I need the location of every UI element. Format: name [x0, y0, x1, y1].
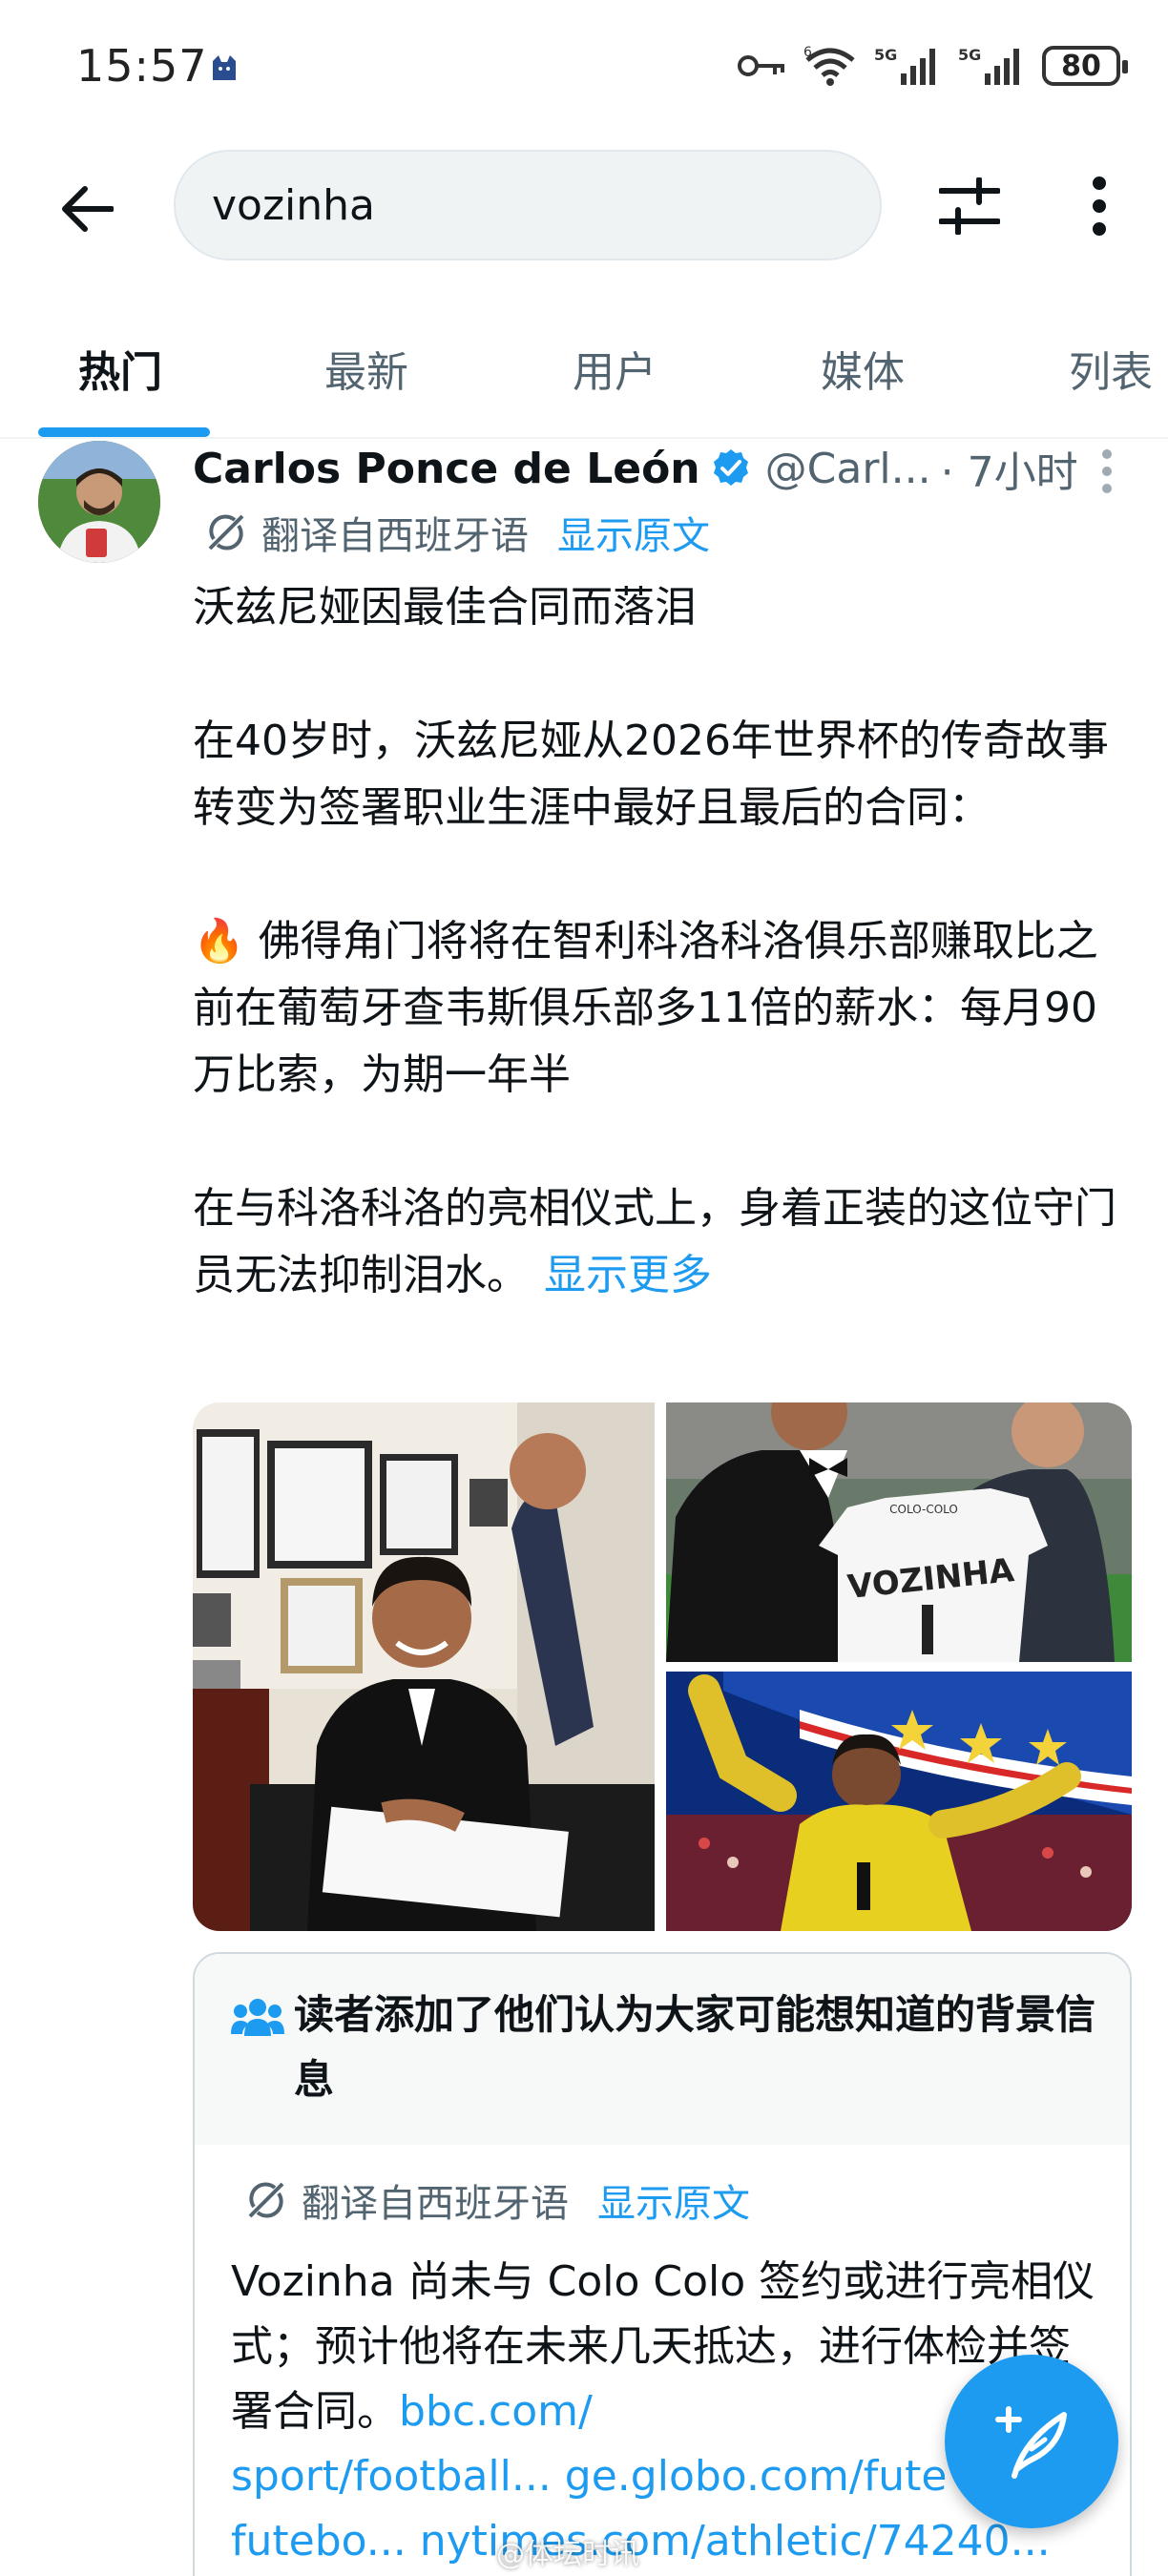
community-note-header: 读者添加了他们认为大家可能想知道的背景信息 — [195, 1954, 1130, 2145]
show-original-link[interactable]: 显示原文 — [597, 2172, 750, 2228]
search-input[interactable]: vozinha — [174, 150, 882, 260]
tweet[interactable]: Carlos Ponce de León @Carl... · 7小时 翻译自西… — [0, 441, 1168, 2576]
signal-5g-icon-2: 5G — [958, 46, 1019, 85]
search-tabs: 热门 最新 用户 媒体 列表 — [0, 315, 1168, 439]
back-arrow-icon — [62, 186, 114, 232]
sliders-icon — [939, 177, 1000, 235]
tweet-paragraph: 在40岁时，沃兹尼娅从2026年世界杯的传奇故事转变为签署职业生涯中最好且最后的… — [193, 717, 1109, 832]
tab-lists[interactable]: 列表 — [1069, 338, 1153, 414]
tweet-more-icon[interactable] — [1097, 448, 1116, 494]
tab-latest[interactable]: 最新 — [324, 338, 408, 414]
search-header: vozinha — [0, 134, 1168, 286]
svg-text:5G: 5G — [958, 46, 981, 64]
cat-app-icon — [213, 55, 236, 80]
show-more-link[interactable]: 显示更多 — [544, 1251, 712, 1299]
show-original-link[interactable]: 显示原文 — [557, 505, 710, 560]
media-grid: COLO-COLO VOZINHA — [193, 1402, 1132, 1931]
tweet-paragraph-last: 在与科洛科洛的亮相仪式上，身着正装的这位守门员无法抑制泪水。 显示更多 — [193, 1175, 1137, 1309]
key-icon — [738, 55, 784, 76]
celebration-photo-image — [666, 1672, 1132, 1931]
vertical-dots-icon — [1093, 177, 1106, 236]
translate-label: 翻译自西班牙语 — [302, 2182, 569, 2226]
svg-text:5G: 5G — [874, 46, 897, 64]
jersey-photo-image: COLO-COLO VOZINHA — [666, 1402, 1132, 1662]
community-note-title: 读者添加了他们认为大家可能想知道的背景信息 — [294, 1991, 1096, 2103]
translate-icon — [208, 514, 244, 551]
avatar[interactable] — [38, 441, 160, 563]
avatar-image — [38, 441, 160, 563]
status-time: 15:57 — [76, 40, 208, 92]
note-link[interactable]: bbc.com/ — [399, 2387, 593, 2436]
svg-text:6: 6 — [803, 45, 812, 60]
tweet-paragraph: 🔥 佛得角门将将在智利科洛科洛俱乐部赚取比之前在葡萄牙查韦斯俱乐部多11倍的薪水… — [193, 917, 1098, 1099]
more-options-button[interactable] — [1061, 168, 1137, 244]
media-celebration-photo[interactable] — [666, 1672, 1132, 1931]
tab-media[interactable]: 媒体 — [821, 338, 905, 414]
tweet-text: 沃兹尼娅因最佳合同而落泪 在40岁时，沃兹尼娅从2026年世界杯的传奇故事转变为… — [193, 574, 1137, 1309]
tweet-paragraph: 沃兹尼娅因最佳合同而落泪 — [193, 583, 697, 632]
tab-people[interactable]: 用户 — [573, 338, 657, 414]
svg-text:COLO-COLO: COLO-COLO — [889, 1503, 958, 1516]
translate-row: 翻译自西班牙语 显示原文 — [206, 506, 710, 559]
media-signing-photo[interactable] — [193, 1402, 655, 1931]
tab-top[interactable]: 热门 — [78, 338, 162, 414]
status-bar: 15:57 6 5G 5G 80 — [0, 0, 1168, 134]
signing-photo-image — [193, 1402, 655, 1931]
note-link[interactable]: sport/football... ge.globo.com/fute — [231, 2452, 947, 2501]
tweet-time: · 7小时 — [940, 448, 1078, 497]
translate-label: 翻译自西班牙语 — [261, 514, 529, 558]
author-name[interactable]: Carlos Ponce de León — [193, 445, 700, 493]
author-handle[interactable]: @Carl... — [765, 445, 931, 493]
media-jersey-photo[interactable]: COLO-COLO VOZINHA — [666, 1402, 1132, 1662]
battery-indicator: 80 — [1042, 46, 1128, 86]
compose-post-button[interactable] — [945, 2355, 1118, 2528]
translate-icon — [248, 2182, 284, 2218]
watermark: @体坛时讯 — [496, 2538, 639, 2571]
search-filter-button[interactable] — [931, 168, 1008, 244]
status-icons: 6 5G 5G 80 — [737, 42, 1128, 90]
feather-plus-icon — [995, 2406, 1067, 2479]
active-tab-indicator — [38, 427, 210, 437]
tweet-header: Carlos Ponce de León @Carl... · 7小时 — [193, 441, 1147, 498]
verified-badge-icon — [713, 449, 748, 486]
signal-5g-icon: 5G — [874, 46, 935, 85]
back-button[interactable] — [53, 176, 120, 242]
note-link[interactable]: futebo... nytimes.com/athletic/74240... — [231, 2517, 1051, 2566]
people-icon — [231, 1999, 284, 2036]
wifi-icon: 6 — [803, 45, 855, 86]
note-translate-row: 翻译自西班牙语 显示原文 — [246, 2173, 750, 2227]
